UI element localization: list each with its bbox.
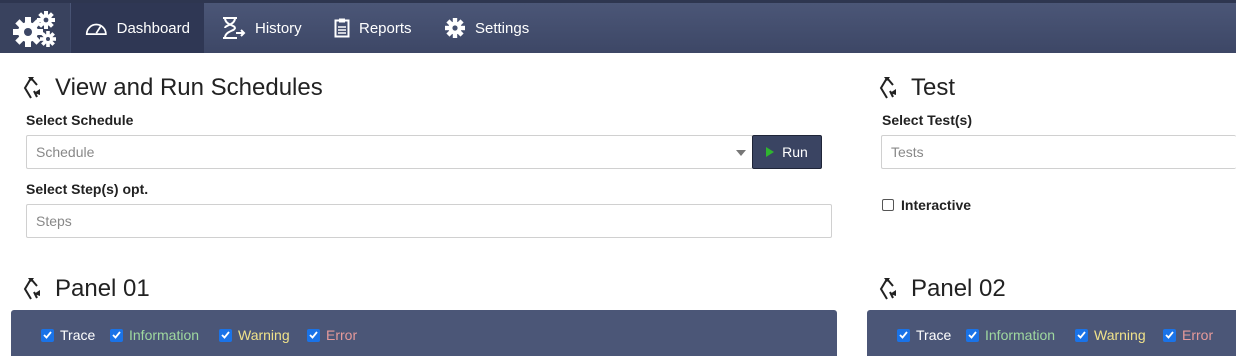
- run-button[interactable]: Run: [752, 135, 822, 169]
- flow-arrows-icon: [23, 278, 40, 300]
- panel02-filter-information[interactable]: Information: [966, 327, 1055, 343]
- nav-reports[interactable]: Reports: [320, 3, 430, 53]
- panel02-filter-trace[interactable]: Trace: [897, 327, 951, 343]
- panel01-toolbar: Trace Information Warning Error: [11, 310, 837, 356]
- filter-label: Trace: [60, 327, 96, 343]
- panel01-title: Panel 01: [55, 275, 150, 302]
- filter-label: Error: [1182, 327, 1214, 343]
- filter-label: Warning: [1094, 327, 1146, 343]
- panel02-filter-warning[interactable]: Warning: [1075, 327, 1146, 343]
- checkbox-unchecked-icon: [882, 199, 894, 211]
- nav-reports-label: Reports: [359, 19, 412, 37]
- interactive-label: Interactive: [901, 197, 972, 213]
- nav-dashboard[interactable]: Dashboard: [71, 3, 204, 53]
- filter-label: Warning: [238, 327, 290, 343]
- tests-input[interactable]: Tests: [881, 135, 1236, 169]
- gears-logo-icon: [13, 11, 56, 47]
- panel02-toolbar: Trace Information Warning Error: [867, 310, 1236, 356]
- filter-label: Error: [326, 327, 358, 343]
- test-heading: Test: [877, 74, 955, 102]
- hourglass-icon: [223, 17, 246, 39]
- schedules-title: View and Run Schedules: [55, 74, 323, 101]
- nav-history[interactable]: History: [206, 3, 316, 53]
- nav-history-label: History: [255, 19, 302, 37]
- panel01-filter-error[interactable]: Error: [307, 327, 357, 343]
- checkbox-checked-icon: [897, 328, 910, 342]
- clipboard-icon: [334, 18, 350, 38]
- flow-arrows-icon: [879, 278, 896, 300]
- panel01-filter-information[interactable]: Information: [110, 327, 199, 343]
- app-logo[interactable]: [0, 3, 70, 53]
- schedule-placeholder: Schedule: [36, 144, 95, 160]
- tests-placeholder: Tests: [891, 144, 924, 160]
- checkbox-checked-icon: [1075, 328, 1088, 342]
- tests-label: Select Test(s): [882, 112, 972, 128]
- checkbox-checked-icon: [110, 328, 123, 342]
- panel01-filter-warning[interactable]: Warning: [219, 327, 290, 343]
- panel01-filter-trace[interactable]: Trace: [41, 327, 95, 343]
- schedule-select[interactable]: Schedule: [26, 135, 753, 169]
- filter-label: Information: [129, 327, 200, 343]
- top-navbar: Dashboard History Reports Settings: [0, 0, 1236, 53]
- nav-settings[interactable]: Settings: [430, 3, 543, 53]
- interactive-checkbox[interactable]: Interactive: [882, 197, 971, 213]
- steps-placeholder: Steps: [36, 213, 72, 229]
- checkbox-checked-icon: [219, 328, 232, 342]
- nav-settings-label: Settings: [475, 19, 530, 37]
- gauge-icon: [85, 23, 107, 35]
- filter-label: Trace: [916, 327, 952, 343]
- chevron-down-icon: [736, 150, 746, 156]
- play-icon: [766, 147, 775, 157]
- run-button-label: Run: [782, 144, 808, 160]
- flow-arrows-icon: [23, 77, 40, 99]
- steps-input[interactable]: Steps: [26, 204, 832, 238]
- flow-arrows-icon: [879, 77, 896, 99]
- schedule-label: Select Schedule: [26, 112, 134, 128]
- checkbox-checked-icon: [966, 328, 979, 342]
- panel02-filter-error[interactable]: Error: [1163, 327, 1213, 343]
- panel02-title: Panel 02: [911, 275, 1006, 302]
- test-title: Test: [911, 74, 956, 101]
- schedules-heading: View and Run Schedules: [21, 74, 323, 102]
- checkbox-checked-icon: [1163, 328, 1176, 342]
- nav-dashboard-label: Dashboard: [116, 19, 190, 37]
- panel02-heading: Panel 02: [877, 275, 1006, 303]
- checkbox-checked-icon: [41, 328, 54, 342]
- panel01-heading: Panel 01: [21, 275, 150, 303]
- filter-label: Information: [985, 327, 1056, 343]
- checkbox-checked-icon: [307, 328, 320, 342]
- gear-icon: [445, 18, 465, 38]
- steps-label: Select Step(s) opt.: [26, 181, 149, 197]
